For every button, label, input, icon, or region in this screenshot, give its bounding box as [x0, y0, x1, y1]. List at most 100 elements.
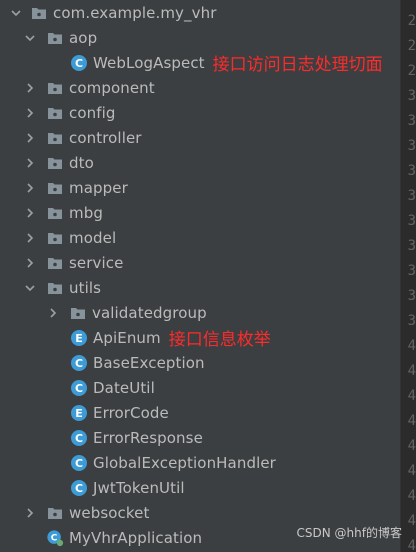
editor-gutter: 2 2 2 3 3 3 3 3 3 3 3 3 3 4 4 4 4 4 4 4 … [400, 0, 416, 552]
tree-row-errorcode[interactable]: E ErrorCode [0, 400, 400, 425]
chevron-down-icon[interactable] [10, 0, 22, 25]
line-number: 3 [407, 112, 416, 129]
tree-label: DateUtil [93, 378, 155, 397]
line-number: 4 [407, 462, 416, 479]
tree-label: ErrorCode [93, 403, 169, 422]
tree-label: service [69, 253, 124, 272]
chevron-right-icon[interactable] [24, 150, 36, 175]
project-tree: com.example.my_vhr aop C WebLogAspect 接口… [0, 0, 400, 552]
tree-label: model [69, 228, 117, 247]
tree-label: WebLogAspect [93, 53, 205, 72]
tree-row-aop[interactable]: aop [0, 25, 400, 50]
spring-boot-class-icon: C [46, 529, 64, 547]
class-icon: C [70, 379, 88, 397]
chevron-right-icon[interactable] [24, 175, 36, 200]
tree-row-mbg[interactable]: mbg [0, 200, 400, 225]
svg-text:C: C [51, 533, 58, 543]
chevron-right-icon[interactable] [24, 125, 36, 150]
svg-text:C: C [75, 457, 83, 470]
class-icon: C [70, 429, 88, 447]
tree-row-websocket[interactable]: websocket [0, 500, 400, 525]
tree-row-component[interactable]: component [0, 75, 400, 100]
tree-label: validatedgroup [92, 303, 207, 322]
line-number: 4 [407, 512, 416, 529]
chevron-right-icon[interactable] [24, 75, 36, 100]
svg-text:C: C [75, 57, 83, 70]
tree-label: controller [69, 128, 142, 147]
package-folder-icon [46, 229, 64, 247]
package-folder-icon [46, 104, 64, 122]
line-number: 3 [407, 237, 416, 254]
line-number: 3 [407, 212, 416, 229]
chevron-right-icon[interactable] [24, 500, 36, 525]
class-icon: C [70, 354, 88, 372]
tree-label: BaseException [93, 353, 205, 372]
annotation-note: 接口信息枚举 [168, 330, 271, 350]
enum-icon: E [70, 404, 88, 422]
tree-row-baseexception[interactable]: C BaseException [0, 350, 400, 375]
tree-row-weblogaspect[interactable]: C WebLogAspect 接口访问日志处理切面 [0, 50, 400, 75]
class-icon: C [70, 454, 88, 472]
class-icon: C [70, 479, 88, 497]
line-number: 4 [407, 537, 416, 552]
line-number: 4 [407, 412, 416, 429]
tree-row-mapper[interactable]: mapper [0, 175, 400, 200]
line-number: 4 [407, 337, 416, 354]
package-folder-icon [46, 254, 64, 272]
line-number: 4 [407, 387, 416, 404]
svg-text:C: C [75, 432, 83, 445]
tree-label: config [69, 103, 116, 122]
tree-row-controller[interactable]: controller [0, 125, 400, 150]
tree-label: GlobalExceptionHandler [93, 453, 276, 472]
line-number: 4 [407, 487, 416, 504]
tree-row-globalexceptionhandler[interactable]: C GlobalExceptionHandler [0, 450, 400, 475]
svg-text:E: E [75, 407, 83, 420]
tree-label: mapper [69, 178, 128, 197]
chevron-right-icon[interactable] [24, 100, 36, 125]
tree-row-jwttokenutil[interactable]: C JwtTokenUtil [0, 475, 400, 500]
package-folder-icon [46, 79, 64, 97]
class-icon: C [70, 54, 88, 72]
package-folder-icon [69, 304, 87, 322]
line-number: 3 [407, 287, 416, 304]
tree-label: JwtTokenUtil [93, 478, 185, 497]
chevron-right-icon[interactable] [47, 300, 59, 325]
annotation-note: 接口访问日志处理切面 [212, 55, 383, 75]
line-number: 3 [407, 137, 416, 154]
chevron-right-icon[interactable] [24, 225, 36, 250]
tree-label: ErrorResponse [93, 428, 203, 447]
chevron-right-icon[interactable] [24, 200, 36, 225]
svg-text:C: C [75, 382, 83, 395]
tree-label: MyVhrApplication [69, 528, 203, 547]
line-number: 3 [407, 312, 416, 329]
package-folder-icon [46, 504, 64, 522]
svg-text:C: C [75, 482, 83, 495]
package-folder-icon [46, 29, 64, 47]
line-number: 3 [407, 187, 416, 204]
tree-row-dto[interactable]: dto [0, 150, 400, 175]
chevron-down-icon[interactable] [24, 25, 36, 50]
svg-text:C: C [75, 357, 83, 370]
package-folder-icon [46, 204, 64, 222]
package-folder-icon [46, 154, 64, 172]
tree-row-apienum[interactable]: E ApiEnum 接口信息枚举 [0, 325, 400, 350]
chevron-right-icon[interactable] [24, 250, 36, 275]
tree-row-validatedgroup[interactable]: validatedgroup [0, 300, 400, 325]
line-number: 4 [407, 362, 416, 379]
chevron-down-icon[interactable] [24, 275, 36, 300]
tree-row-dateutil[interactable]: C DateUtil [0, 375, 400, 400]
tree-label: websocket [69, 503, 150, 522]
tree-label: ApiEnum [93, 328, 161, 347]
tree-row-service[interactable]: service [0, 250, 400, 275]
tree-row-model[interactable]: model [0, 225, 400, 250]
tree-row-errorresponse[interactable]: C ErrorResponse [0, 425, 400, 450]
tree-row-utils[interactable]: utils [0, 275, 400, 300]
tree-row-config[interactable]: config [0, 100, 400, 125]
tree-row-root[interactable]: com.example.my_vhr [0, 0, 400, 25]
package-folder-icon [46, 129, 64, 147]
package-folder-icon [46, 179, 64, 197]
tree-label: mbg [69, 203, 103, 222]
package-folder-icon [46, 279, 64, 297]
csdn-watermark: CSDN @hhf的博客 [296, 526, 402, 540]
line-number: 3 [407, 162, 416, 179]
